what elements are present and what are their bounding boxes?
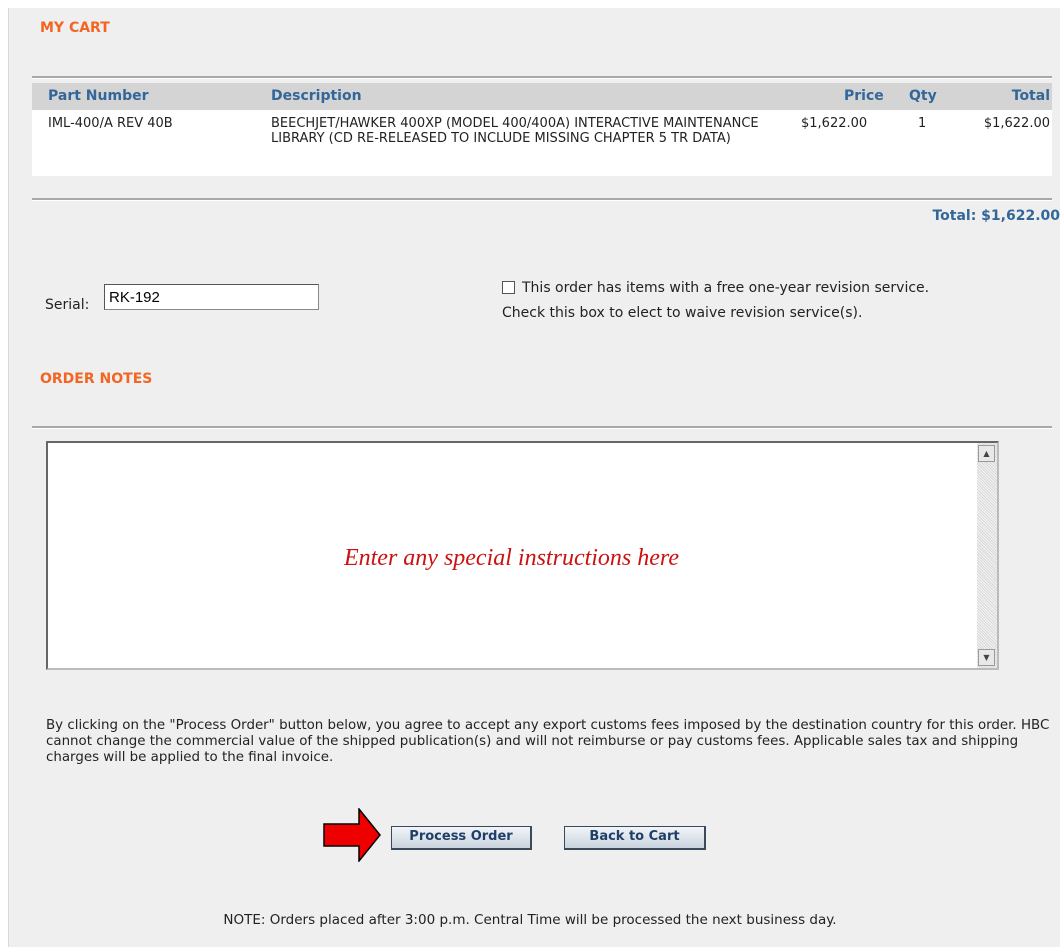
notes-placeholder: Enter any special instructions here xyxy=(343,545,680,571)
customs-disclaimer: By clicking on the "Process Order" butto… xyxy=(46,718,1050,765)
col-description: Description xyxy=(271,88,362,104)
order-notes-textarea[interactable]: Enter any special instructions here ▲ ▼ xyxy=(46,441,999,670)
back-to-cart-button[interactable]: Back to Cart xyxy=(564,826,706,850)
waive-revision-checkbox[interactable] xyxy=(502,281,515,294)
table-row: IML-400/A REV 40B BEECHJET/HAWKER 400XP … xyxy=(32,110,1052,176)
divider xyxy=(32,198,1052,201)
cart-table-header: Part Number Description Price Qty Total xyxy=(32,83,1052,110)
col-qty: Qty xyxy=(909,88,937,104)
divider xyxy=(32,76,1052,79)
item-total: $1,622.00 xyxy=(983,116,1050,131)
item-part-number: IML-400/A REV 40B xyxy=(48,116,173,131)
cart-grand-total: Total: $1,622.00 xyxy=(932,208,1060,224)
item-description: BEECHJET/HAWKER 400XP (MODEL 400/400A) I… xyxy=(271,116,759,146)
col-part-number: Part Number xyxy=(48,88,149,104)
cart-table: Part Number Description Price Qty Total … xyxy=(32,83,1052,176)
notes-scrollbar[interactable]: ▲ ▼ xyxy=(977,443,997,668)
revision-waive-hint: Check this box to elect to waive revisio… xyxy=(502,305,863,321)
red-arrow-icon xyxy=(323,808,381,862)
scroll-up-icon[interactable]: ▲ xyxy=(978,445,995,462)
scroll-down-icon[interactable]: ▼ xyxy=(978,649,995,666)
item-price: $1,622.00 xyxy=(801,116,868,131)
serial-label: Serial: xyxy=(45,297,90,313)
process-order-button[interactable]: Process Order xyxy=(391,826,532,850)
item-qty: 1 xyxy=(918,116,927,131)
processing-time-note: NOTE: Orders placed after 3:00 p.m. Cent… xyxy=(223,912,837,928)
order-notes-title: ORDER NOTES xyxy=(40,371,153,387)
revision-service-label: This order has items with a free one-yea… xyxy=(522,280,930,296)
serial-input[interactable] xyxy=(104,284,319,310)
cart-title: MY CART xyxy=(40,20,110,36)
col-price: Price xyxy=(844,88,884,104)
divider xyxy=(32,426,1052,429)
col-total: Total xyxy=(1011,88,1050,104)
